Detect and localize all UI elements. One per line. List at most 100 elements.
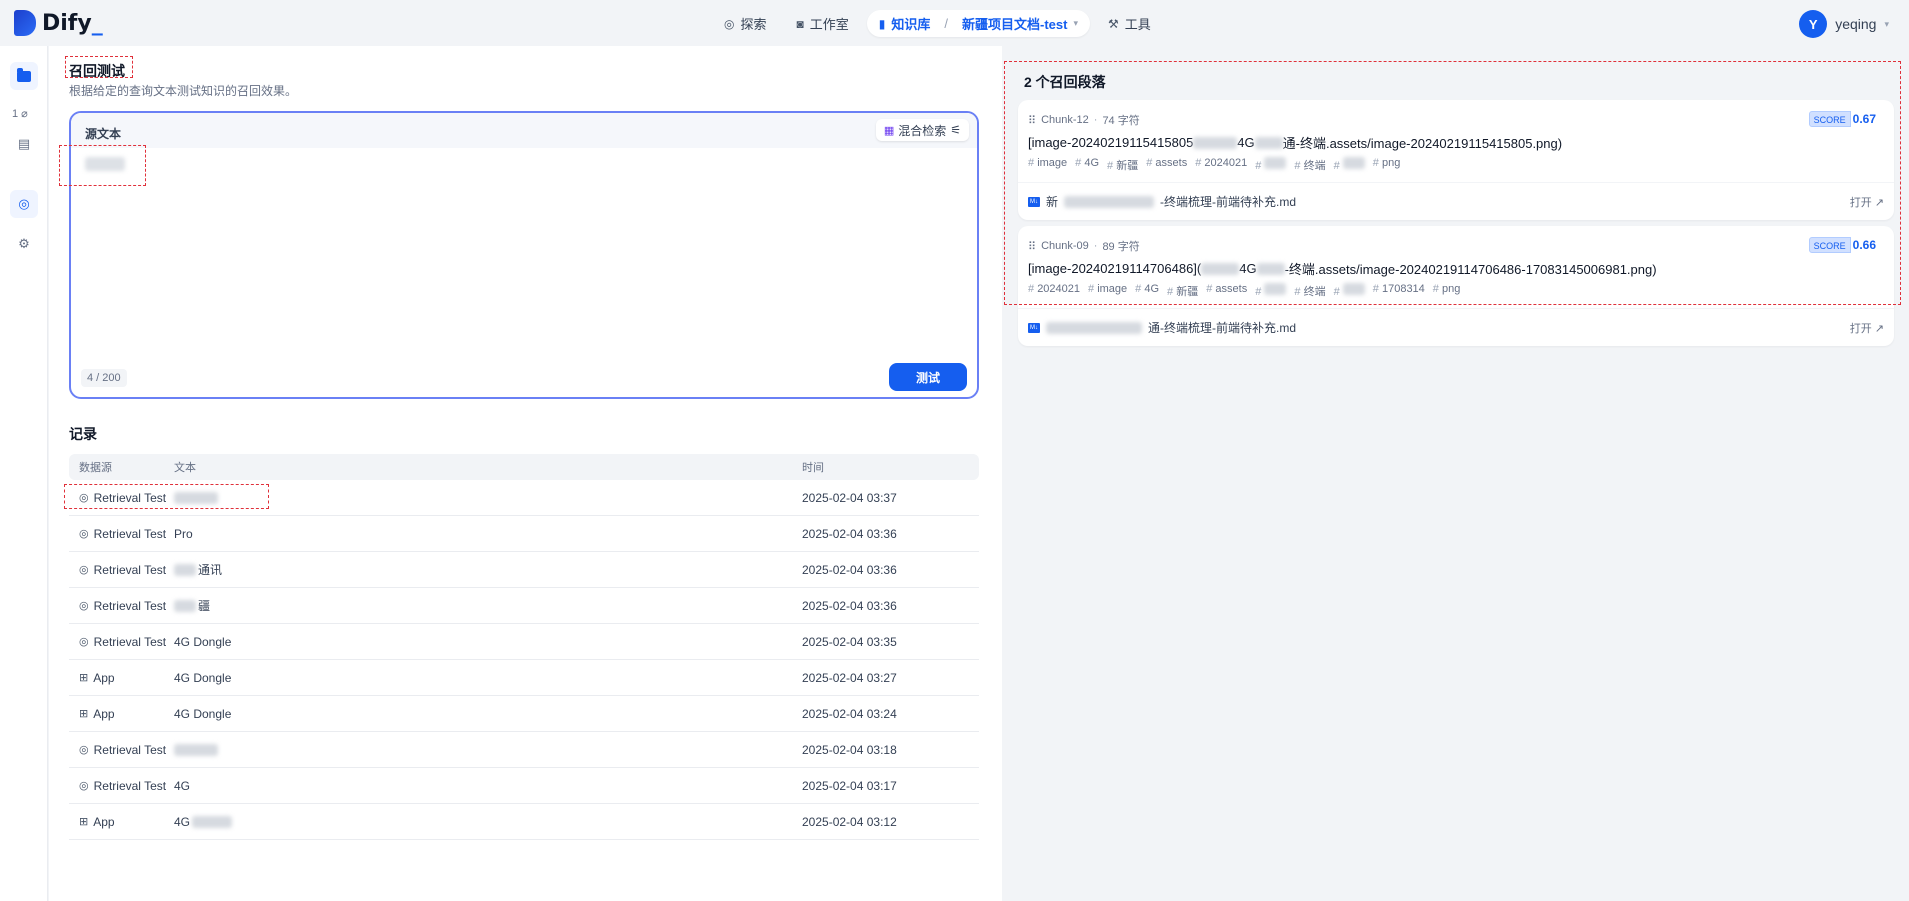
nav-studio[interactable]: ◙ 工作室 (785, 10, 861, 37)
gear-icon: ⚙ (18, 236, 30, 251)
target-icon: ◎ (79, 744, 89, 756)
table-row[interactable]: ◎ Retrieval Test 疆 2025-02-04 03:36 (69, 588, 979, 624)
retrieval-mode-button[interactable]: ▦ 混合检索 ⚟ (875, 119, 969, 141)
book-icon: ▮ (878, 16, 886, 31)
record-text: 4G (174, 815, 802, 829)
query-label: 源文本 (85, 127, 122, 141)
brand-name: Dify (42, 10, 92, 36)
header-source: 数据源 (79, 462, 112, 474)
robot-icon: ◙ (796, 16, 804, 31)
records-table: 数据源 文本 时间 ◎ Retrieval Test 2025-02-04 03:3… (69, 454, 979, 840)
record-time: 2025-02-04 03:36 (802, 526, 897, 541)
settings-button[interactable]: ⚙ (10, 230, 38, 258)
query-header: 源文本 ▦ 混合检索 ⚟ (71, 113, 977, 148)
record-time: 2025-02-04 03:12 (802, 814, 897, 829)
markdown-file-icon: M↓ (1028, 322, 1040, 333)
table-row[interactable]: ⊞ App 4G Dongle 2025-02-04 03:27 (69, 660, 979, 696)
dify-logo[interactable]: Dify_ (14, 10, 103, 36)
nav-explore-label: 探索 (740, 17, 767, 32)
nav-dataset-selector[interactable]: 新疆项目文档-test (962, 14, 1067, 33)
hammer-icon: ⚒ (1108, 16, 1119, 31)
user-menu[interactable]: Y yeqing ▾ (1799, 10, 1889, 38)
nav-knowledge[interactable]: ▮ 知识库 / 新疆项目文档-test ▾ (866, 10, 1090, 37)
record-time: 2025-02-04 03:35 (802, 634, 897, 649)
dataset-folder-button[interactable] (10, 62, 38, 90)
records-header: 数据源 文本 时间 (69, 454, 979, 480)
record-time: 2025-02-04 03:27 (802, 670, 897, 685)
query-input-box[interactable]: 源文本 ▦ 混合检索 ⚟ 4 / 200 测试 (69, 111, 979, 399)
record-text: 4G Dongle (174, 670, 232, 685)
documents-button[interactable]: ▤ (10, 130, 38, 158)
nav-separator: / (944, 16, 949, 31)
page-description: 根据给定的查询文本测试知识的召回效果。 (69, 84, 298, 98)
record-source: ◎ Retrieval Test (79, 742, 167, 757)
highlight-box-record (64, 484, 269, 509)
top-navbar: Dify_ ◎ 探索 ◙ 工作室 ▮ 知识库 / 新疆项目文档-test ▾ ⚒… (0, 0, 1909, 46)
record-text: 4G Dongle (174, 634, 232, 649)
source-file[interactable]: M↓ 通-终端梳理-前端待补充.md (1028, 319, 1296, 336)
record-time: 2025-02-04 03:24 (802, 706, 897, 721)
nav-knowledge-label: 知识库 (891, 17, 931, 32)
chevron-down-icon: ▾ (1884, 18, 1889, 29)
dataset-sidebar: 1 ⌀ ▤ ◎ ⚙ (0, 46, 48, 901)
char-count: 4 / 200 (81, 369, 127, 387)
test-button[interactable]: 测试 (889, 363, 967, 391)
nav-tools[interactable]: ⚒ 工具 (1096, 10, 1163, 37)
header-text: 文本 (174, 462, 196, 474)
app-icon: ⊞ (79, 708, 89, 720)
record-text: 4G Dongle (174, 706, 232, 721)
brand-suffix: _ (91, 10, 103, 36)
compass-icon: ◎ (724, 16, 735, 31)
record-source: ◎ Retrieval Test (79, 634, 167, 649)
user-name: yeqing (1835, 16, 1877, 32)
doc-count: 1 ⌀ (12, 107, 28, 121)
results-panel: 2 个召回段落 ⠿ Chunk-12 · 74 字符 SCORE 0.67 [i… (1002, 46, 1909, 901)
table-row[interactable]: ◎ Retrieval Test 2025-02-04 03:18 (69, 732, 979, 768)
table-row[interactable]: ◎ Retrieval Test Pro 2025-02-04 03:36 (69, 516, 979, 552)
retrieval-test-panel: 召回测试 根据给定的查询文本测试知识的召回效果。 源文本 ▦ 混合检索 ⚟ 4 … (49, 46, 1002, 901)
record-text: Pro (174, 526, 193, 541)
app-icon: ⊞ (79, 816, 89, 828)
record-source: ◎ Retrieval Test (79, 526, 167, 541)
highlight-box-title (65, 56, 133, 78)
record-source: ◎ Retrieval Test (79, 778, 167, 793)
grid-icon: ▦ (883, 124, 895, 137)
record-text: 通讯 (174, 561, 802, 578)
nav-explore[interactable]: ◎ 探索 (712, 10, 779, 37)
chevron-down-icon: ▾ (1073, 18, 1078, 28)
record-source: ⊞ App (79, 670, 115, 685)
records-title: 记录 (69, 426, 97, 442)
table-row[interactable]: ⊞ App 4G Dongle 2025-02-04 03:24 (69, 696, 979, 732)
target-icon: ◎ (79, 780, 89, 792)
record-text: 4G (174, 778, 191, 793)
nav-tools-label: 工具 (1124, 17, 1151, 32)
record-text (174, 743, 802, 756)
target-icon: ◎ (79, 528, 89, 540)
record-text: 疆 (174, 597, 802, 614)
avatar: Y (1799, 10, 1828, 38)
table-row[interactable]: ⊞ App 4G 2025-02-04 03:12 (69, 804, 979, 840)
table-row[interactable]: ◎ Retrieval Test 4G Dongle 2025-02-04 03:35 (69, 624, 979, 660)
doc-count-value: 1 (12, 107, 19, 120)
record-time: 2025-02-04 03:18 (802, 742, 897, 757)
dify-logo-mark (14, 10, 36, 36)
retrieval-testing-button[interactable]: ◎ (10, 190, 38, 218)
target-icon: ◎ (79, 564, 89, 576)
record-time: 2025-02-04 03:36 (802, 598, 897, 613)
table-row[interactable]: ◎ Retrieval Test 通讯 2025-02-04 03:36 (69, 552, 979, 588)
nav-studio-label: 工作室 (809, 17, 849, 32)
highlight-box-query (59, 145, 146, 186)
highlight-box-results (1004, 61, 1901, 305)
folder-icon (17, 67, 31, 82)
document-icon: ▤ (17, 136, 31, 151)
header-time: 时间 (802, 462, 824, 474)
settings-sliders-icon: ⚟ (950, 123, 961, 137)
table-row[interactable]: ◎ Retrieval Test 4G 2025-02-04 03:17 (69, 768, 979, 804)
app-icon: ⊞ (79, 672, 89, 684)
record-time: 2025-02-04 03:17 (802, 778, 897, 793)
target-icon: ◎ (18, 196, 30, 211)
target-icon: ◎ (79, 600, 89, 612)
open-link[interactable]: 打开 ↗ (1850, 320, 1884, 336)
paperclip-icon: ⌀ (21, 108, 28, 120)
record-source: ⊞ App (79, 814, 115, 829)
